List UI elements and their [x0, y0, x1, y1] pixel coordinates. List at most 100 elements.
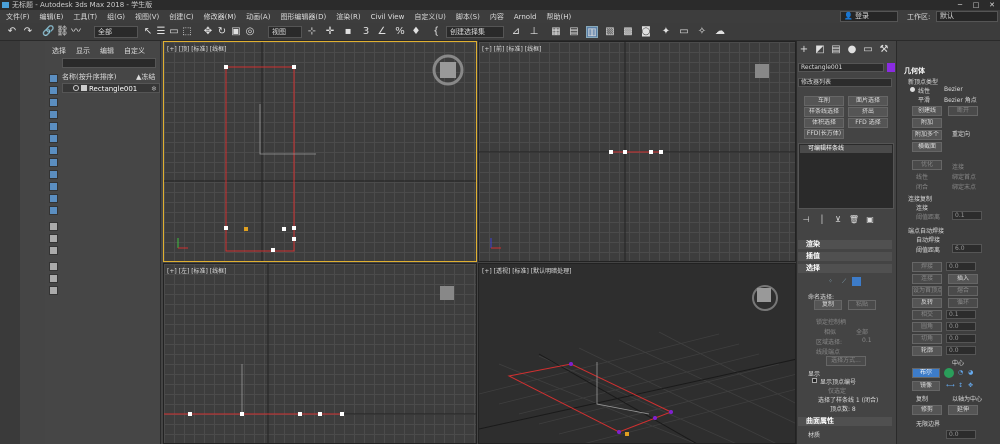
connect-checkbox[interactable]: 连接 — [952, 162, 964, 171]
menu-file[interactable]: 文件(F) — [6, 12, 30, 22]
make-unique-icon[interactable]: ⊻ — [832, 214, 844, 226]
segment-end-checkbox[interactable]: 线段端点 — [816, 347, 840, 356]
snaps-toggle-icon[interactable]: 3 — [360, 26, 372, 38]
spinner-snap-icon[interactable]: ♦ — [410, 26, 422, 38]
auto-weld-checkbox[interactable]: 自动焊接 — [916, 235, 940, 244]
configure-sets-icon[interactable]: ▣ — [864, 214, 876, 226]
workspace-dropdown[interactable]: 默认 — [936, 11, 998, 22]
weld-threshold-field[interactable]: 6.0 — [952, 244, 982, 253]
infinite-bounds-checkbox[interactable]: 无限边界 — [916, 419, 940, 428]
break-button[interactable]: 断开 — [948, 106, 978, 116]
about-pivot-checkbox[interactable]: 以轴为中心 — [952, 394, 982, 403]
weld-button[interactable]: 焊接 — [912, 262, 942, 272]
menu-modifiers[interactable]: 修改器(M) — [204, 12, 237, 22]
redo-icon[interactable]: ↷ — [22, 26, 34, 38]
render-setup-icon[interactable]: ✦ — [660, 26, 672, 38]
visibility-icon[interactable] — [73, 85, 79, 91]
angle-snap-icon[interactable]: ∠ — [376, 26, 388, 38]
menu-animation[interactable]: 动画(A) — [246, 12, 270, 22]
mirror-vertical-icon[interactable]: ↕ — [958, 382, 963, 389]
selection-rollout-header[interactable]: 选择 — [798, 264, 892, 273]
menu-content[interactable]: 内容 — [490, 12, 504, 22]
menu-views[interactable]: 视图(V) — [135, 12, 159, 22]
tab-display[interactable]: 显示 — [76, 46, 90, 56]
filter-cameras-icon[interactable] — [49, 110, 58, 119]
layer-explorer-icon[interactable]: ▤ — [568, 26, 580, 38]
filter-shapes-icon[interactable] — [49, 86, 58, 95]
patch-select-button[interactable]: 面片选择 — [848, 96, 888, 106]
trim-button[interactable]: 修剪 — [912, 405, 942, 415]
select-by-name-icon[interactable]: ☰ — [155, 26, 167, 38]
pivot-center-icon[interactable]: ⊹ — [306, 26, 318, 38]
menu-help[interactable]: 帮助(H) — [546, 12, 571, 22]
motion-tab-icon[interactable]: ● — [846, 44, 858, 56]
window-crossing-icon[interactable]: ⬚ — [181, 26, 193, 38]
percent-snap-icon[interactable]: % — [394, 26, 406, 38]
bind-spacewarp-icon[interactable]: 〰 — [70, 26, 82, 38]
undo-icon[interactable]: ↶ — [6, 26, 18, 38]
reorient-checkbox[interactable]: 重定向 — [952, 129, 970, 138]
bind-last-checkbox[interactable]: 绑定末点 — [952, 182, 976, 191]
viewport-perspective[interactable]: [+] [透视] [标准] [默认明暗处理] — [478, 263, 796, 444]
rendering-rollout-header[interactable]: 渲染 — [798, 240, 892, 249]
login-dropdown[interactable]: 👤 登录 — [840, 11, 898, 22]
column-name-header[interactable]: 名称(按升序排序) — [62, 73, 116, 81]
a360-render-icon[interactable]: ☁ — [714, 26, 726, 38]
rect-selection-icon[interactable]: ▭ — [168, 26, 180, 38]
volume-select-button[interactable]: 体积选择 — [804, 118, 844, 128]
attach-multiple-button[interactable]: 附加多个 — [912, 130, 942, 140]
sort-icon[interactable] — [49, 262, 58, 271]
menu-tools[interactable]: 工具(T) — [73, 12, 97, 22]
area-selection-checkbox[interactable]: 区域选择: — [816, 337, 842, 346]
tab-select[interactable]: 选择 — [52, 46, 66, 56]
create-tab-icon[interactable]: + — [798, 44, 810, 56]
select-object-icon[interactable]: ↖ — [142, 26, 154, 38]
spline-mode-icon[interactable] — [852, 277, 861, 286]
similar-radio[interactable]: 相似 — [824, 327, 836, 336]
filter-spacewarps-icon[interactable] — [49, 134, 58, 143]
mirror-icon[interactable]: ⊿ — [510, 26, 522, 38]
ribbon-toggle-icon[interactable]: ▥ — [586, 26, 598, 38]
modifier-list-dropdown[interactable]: 修改器列表 — [798, 78, 892, 87]
show-end-result-icon[interactable]: │ — [816, 214, 828, 226]
remove-modifier-icon[interactable]: 🗑 — [848, 214, 860, 226]
ffd-select-button[interactable]: FFD 选择 — [848, 118, 888, 128]
outline-field[interactable]: 0.0 — [946, 346, 976, 355]
make-first-button[interactable]: 设为首顶点 — [912, 286, 942, 296]
cycle-button[interactable]: 循环 — [948, 298, 978, 308]
minimize-button[interactable]: ─ — [952, 0, 968, 10]
vertex-mode-icon[interactable]: ⁘ — [828, 278, 833, 285]
chamfer-field[interactable]: 0.0 — [946, 334, 976, 343]
mirror-button[interactable]: 镜像 — [912, 381, 940, 391]
show-vertex-numbers-checkbox[interactable] — [812, 378, 817, 383]
viewport-top[interactable]: [+] [顶] [标准] [线框] — [163, 41, 477, 262]
chamfer-button[interactable]: 切角 — [912, 334, 942, 344]
viewport-front[interactable]: [+] [前] [标准] [线框] — [478, 41, 796, 262]
scene-search-input[interactable] — [62, 58, 156, 68]
union-icon[interactable] — [944, 368, 954, 378]
reverse-button[interactable]: 反转 — [912, 298, 942, 308]
weld-value-field[interactable]: 0.0 — [946, 262, 976, 271]
column-frozen-header[interactable]: ▲冻结 — [136, 72, 155, 82]
align-icon[interactable]: ⊥ — [528, 26, 540, 38]
display-tab-icon[interactable]: ▭ — [862, 44, 874, 56]
extra-value-field[interactable]: 0.0 — [946, 430, 976, 439]
named-selection-dropdown[interactable]: 创建选择集 — [446, 26, 504, 38]
filter-hidden-icon[interactable] — [49, 206, 58, 215]
selection-filter-dropdown[interactable]: 全部 — [94, 26, 138, 38]
utilities-tab-icon[interactable]: ⚒ — [878, 44, 890, 56]
cross-insert-field[interactable]: 0.1 — [946, 310, 976, 319]
menu-edit[interactable]: 编辑(E) — [40, 12, 64, 22]
select-by-button[interactable]: 选择方式... — [826, 356, 866, 366]
filter-bones-icon[interactable] — [49, 170, 58, 179]
menu-create[interactable]: 创建(C) — [169, 12, 193, 22]
hierarchy-tab-icon[interactable]: ▤ — [830, 44, 842, 56]
lathe-button[interactable]: 车削 — [804, 96, 844, 106]
close-button[interactable]: ✕ — [984, 0, 1000, 10]
filter-geometry-icon[interactable] — [49, 74, 58, 83]
tab-edit[interactable]: 编辑 — [100, 46, 114, 56]
ffd-box-button[interactable]: FFD(长方体) — [804, 129, 844, 139]
menu-graph-editors[interactable]: 图形编辑器(D) — [280, 12, 326, 22]
tab-customize[interactable]: 自定义 — [124, 46, 145, 56]
area-selection-value[interactable]: 0.1 — [862, 337, 872, 344]
